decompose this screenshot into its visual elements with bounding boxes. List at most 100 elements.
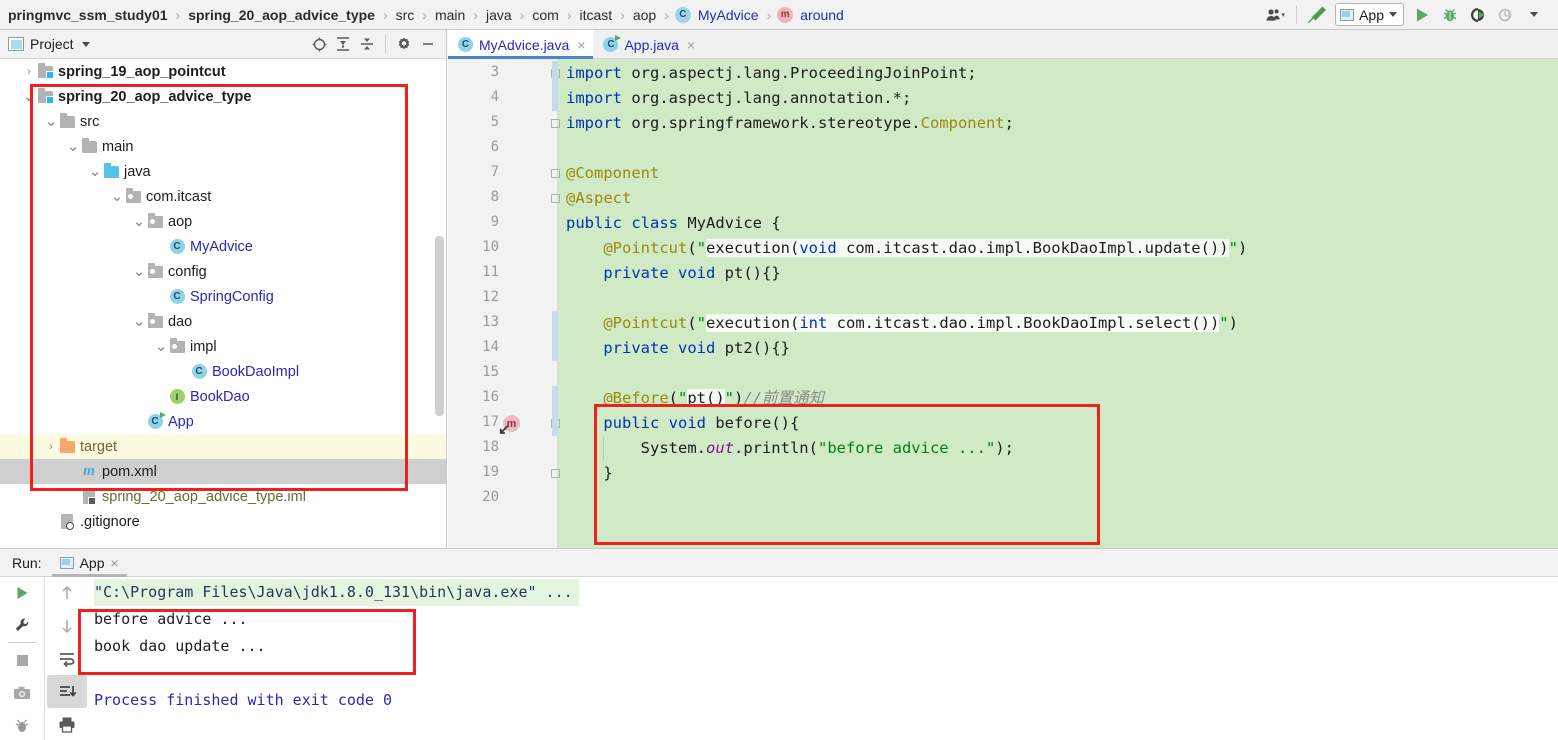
changed-lines-marker <box>552 311 558 361</box>
tree-item-main[interactable]: ⌄ main <box>0 134 446 159</box>
stop-icon[interactable] <box>2 644 42 676</box>
screenshot-icon[interactable] <box>2 677 42 709</box>
settings-gear-icon[interactable] <box>392 33 416 55</box>
code-token: private <box>566 339 678 357</box>
breadcrumb-item-itcast[interactable]: itcast <box>578 7 615 23</box>
close-icon[interactable]: × <box>111 555 119 571</box>
breadcrumb-item-pringmvc-ssm-study01[interactable]: pringmvc_ssm_study01 <box>6 7 170 23</box>
tree-item-bookdaoimpl[interactable]: C BookDaoImpl <box>0 359 446 384</box>
tree-item-spring-20-aop-advice-type-iml[interactable]: spring_20_aop_advice_type.iml <box>0 484 446 509</box>
code-token: " <box>724 389 735 407</box>
console-output[interactable]: "C:\Program Files\Java\jdk1.8.0_131\bin\… <box>88 577 1558 740</box>
expand-all-icon[interactable] <box>331 33 355 55</box>
settings-wrench-icon[interactable] <box>2 609 42 641</box>
down-arrow-icon[interactable] <box>47 610 87 643</box>
method-icon: m <box>777 6 794 23</box>
chevron-right-icon[interactable]: › <box>44 441 58 453</box>
chevron-down-icon[interactable]: ⌄ <box>110 189 124 204</box>
tree-item-impl[interactable]: ⌄ impl <box>0 334 446 359</box>
tree-item-aop[interactable]: ⌄ aop <box>0 209 446 234</box>
project-view-dropdown-icon[interactable] <box>74 33 98 55</box>
breadcrumb-item-src[interactable]: src <box>394 7 417 23</box>
code-token: com.itcast.dao.impl.BookDaoImpl.select()… <box>827 314 1220 332</box>
chevron-down-icon[interactable]: ⌄ <box>22 89 36 104</box>
tree-item--gitignore[interactable]: .gitignore <box>0 509 446 534</box>
up-arrow-icon[interactable] <box>47 577 87 610</box>
tree-item-label: SpringConfig <box>190 288 274 305</box>
chevron-down-icon[interactable]: ⌄ <box>88 164 102 179</box>
debug-bug-icon[interactable] <box>2 709 42 740</box>
breadcrumb-item-myadvice[interactable]: C MyAdvice <box>674 6 761 23</box>
tree-item-pom-xml[interactable]: m pom.xml <box>0 459 446 484</box>
toolbar-dropdown-icon[interactable] <box>1520 3 1548 27</box>
locate-icon[interactable] <box>307 33 331 55</box>
breadcrumb-label: aop <box>632 6 657 23</box>
method-run-marker-icon[interactable]: m <box>498 415 520 438</box>
chevron-down-icon[interactable]: ⌄ <box>132 314 146 329</box>
editor-gutter[interactable]: 3 4 5 6 7 8 9 10 11 12 13 14 15 16 17 18 19 20 m <box>448 59 558 548</box>
tree-item-label: config <box>168 263 207 280</box>
tree-item-com-itcast[interactable]: ⌄ com.itcast <box>0 184 446 209</box>
tree-item-spring-19-aop-pointcut[interactable]: › spring_19_aop_pointcut <box>0 59 446 84</box>
breadcrumb-item-spring-20-aop-advice-type[interactable]: spring_20_aop_advice_type <box>186 7 377 23</box>
soft-wrap-icon[interactable] <box>47 643 87 676</box>
code-token: ( <box>668 389 678 407</box>
tree-item-spring-20-aop-advice-type[interactable]: ⌄ spring_20_aop_advice_type <box>0 84 446 109</box>
tree-item-app[interactable]: C App <box>0 409 446 434</box>
run-config-label: App <box>1359 6 1384 23</box>
line-number: 3 <box>490 64 499 80</box>
breadcrumb-item-main[interactable]: main <box>433 7 467 23</box>
tree-item-java[interactable]: ⌄ java <box>0 159 446 184</box>
code-token: ; <box>1004 114 1014 132</box>
close-icon[interactable]: × <box>687 37 695 53</box>
chevron-down-icon[interactable] <box>1389 12 1397 17</box>
run-icon[interactable] <box>1408 3 1436 27</box>
project-tree[interactable]: › spring_19_aop_pointcut ⌄ spring_20_aop_ad… <box>0 59 446 548</box>
tree-item-label: java <box>124 163 151 180</box>
editor-tab-app-java[interactable]: C App.java × <box>593 30 703 59</box>
tree-item-target[interactable]: › target <box>0 434 446 459</box>
chevron-down-icon[interactable]: ⌄ <box>44 114 58 129</box>
tree-item-label: MyAdvice <box>190 238 253 255</box>
build-hammer-icon[interactable] <box>1303 3 1331 27</box>
chevron-down-icon[interactable]: ⌄ <box>154 339 168 354</box>
collapse-all-icon[interactable] <box>355 33 379 55</box>
tree-item-dao[interactable]: ⌄ dao <box>0 309 446 334</box>
folder-icon <box>80 138 98 153</box>
editor-tab-myadvice-java[interactable]: C MyAdvice.java × <box>448 30 594 59</box>
code-token: org.aspectj.lang.ProceedingJoinPoint; <box>631 64 977 82</box>
user-settings-icon[interactable] <box>1262 3 1290 27</box>
tree-item-label: com.itcast <box>146 188 212 205</box>
project-tree-scrollbar[interactable] <box>435 236 444 416</box>
profiler-icon[interactable] <box>1492 3 1520 27</box>
close-icon[interactable]: × <box>577 37 585 53</box>
breadcrumb-item-aop[interactable]: aop <box>631 7 658 23</box>
chevron-down-icon[interactable]: ⌄ <box>132 264 146 279</box>
hide-panel-icon[interactable] <box>416 33 440 55</box>
code-token: pt <box>724 264 744 282</box>
debug-icon[interactable] <box>1436 3 1464 27</box>
chevron-down-icon[interactable]: ⌄ <box>132 214 146 229</box>
print-icon[interactable] <box>47 708 87 740</box>
breadcrumb-label: src <box>395 6 415 23</box>
tree-item-src[interactable]: ⌄ src <box>0 109 446 134</box>
iml-file-icon <box>80 489 98 505</box>
chevron-right-icon[interactable]: › <box>22 66 36 78</box>
tree-item-springconfig[interactable]: C SpringConfig <box>0 284 446 309</box>
code-editor[interactable]: 3 4 5 6 7 8 9 10 11 12 13 14 15 16 17 18 19 20 m import or… <box>448 59 1558 548</box>
tree-item-config[interactable]: ⌄ config <box>0 259 446 284</box>
breadcrumb-item-java[interactable]: java <box>484 7 514 23</box>
tree-item-myadvice[interactable]: C MyAdvice <box>0 234 446 259</box>
chevron-down-icon[interactable]: ⌄ <box>66 139 80 154</box>
code-token: (){ <box>771 414 800 432</box>
breadcrumb-item-com[interactable]: com <box>530 7 560 23</box>
code-content[interactable]: import org.aspectj.lang.ProceedingJoinPo… <box>558 59 1558 548</box>
line-number: 19 <box>482 464 499 480</box>
tree-item-bookdao[interactable]: I BookDao <box>0 384 446 409</box>
scroll-to-end-icon[interactable] <box>46 675 87 709</box>
run-tab-app[interactable]: App × <box>51 549 127 577</box>
breadcrumb-item-around[interactable]: m around <box>777 6 846 23</box>
rerun-icon[interactable] <box>2 577 42 609</box>
run-configuration-selector[interactable]: App <box>1335 3 1404 26</box>
run-with-coverage-icon[interactable] <box>1464 3 1492 27</box>
